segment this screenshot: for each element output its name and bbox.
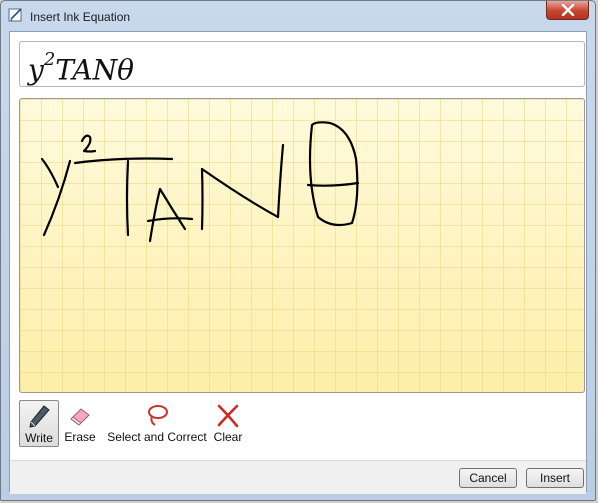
- tool-label: Write: [25, 431, 53, 445]
- close-icon: [561, 4, 575, 16]
- ink-stroke-t-top: [73, 157, 174, 165]
- ink-equation-icon: [8, 8, 22, 22]
- ink-stroke-t-stem: [125, 159, 130, 237]
- ink-stroke-y-right: [42, 159, 72, 237]
- tool-label: Select and Correct: [107, 430, 207, 444]
- ink-stroke-a: [148, 187, 187, 243]
- select-and-correct-tool[interactable]: Select and Correct: [105, 400, 209, 447]
- ink-stroke-n-diag: [200, 167, 280, 219]
- tool-label: Clear: [213, 430, 243, 444]
- ink-stroke-y-left: [40, 157, 60, 189]
- ink-writing-canvas[interactable]: [19, 98, 585, 393]
- clear-tool[interactable]: Clear: [211, 400, 245, 447]
- erase-tool[interactable]: Erase: [63, 400, 97, 447]
- equation-base: y: [28, 53, 44, 87]
- ink-stroke-n-left: [200, 167, 204, 231]
- title-bar[interactable]: Insert Ink Equation: [1, 1, 595, 31]
- cancel-button[interactable]: Cancel: [459, 468, 517, 488]
- ink-stroke-theta-oval: [308, 121, 359, 227]
- dialog-content: y2TANθ Write Erase Select and Correct Cl…: [9, 31, 587, 494]
- recognized-equation: y2TANθ: [28, 48, 134, 86]
- pen-icon: [29, 405, 50, 428]
- equation-rest: TANθ: [55, 53, 135, 87]
- equation-preview: y2TANθ: [19, 41, 585, 87]
- dialog-footer: Cancel Insert: [10, 460, 586, 494]
- tool-label: Erase: [64, 430, 96, 444]
- ink-tools-toolbar: Write Erase Select and Correct Clear: [10, 400, 586, 452]
- close-button[interactable]: [546, 1, 589, 20]
- window-title: Insert Ink Equation: [30, 10, 131, 24]
- lasso-icon: [148, 405, 168, 426]
- write-tool[interactable]: Write: [19, 400, 59, 447]
- insert-button[interactable]: Insert: [526, 468, 584, 488]
- clear-x-icon: [217, 404, 239, 428]
- equation-exponent: 2: [43, 49, 56, 70]
- ink-stroke-2: [80, 134, 97, 153]
- ink-stroke-n-right: [276, 143, 285, 219]
- handwritten-ink: [40, 121, 360, 243]
- ink-stroke-theta-bar: [306, 181, 360, 187]
- eraser-icon: [70, 408, 90, 426]
- insert-ink-equation-dialog: Insert Ink Equation y2TANθ Write Erase S…: [0, 0, 596, 501]
